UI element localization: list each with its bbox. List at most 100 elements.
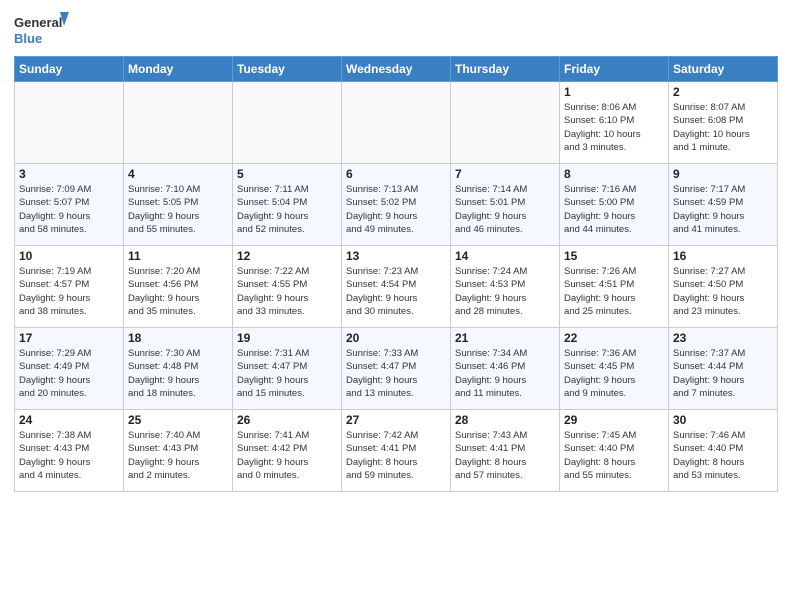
day-number: 27 <box>346 413 446 427</box>
day-info: Sunrise: 7:38 AM Sunset: 4:43 PM Dayligh… <box>19 429 119 482</box>
day-number: 15 <box>564 249 664 263</box>
day-number: 21 <box>455 331 555 345</box>
calendar-cell: 23 Sunrise: 7:37 AM Sunset: 4:44 PM Dayli… <box>669 328 778 410</box>
week-row-2: 3 Sunrise: 7:09 AM Sunset: 5:07 PM Daylig… <box>15 164 778 246</box>
calendar-cell: 29 Sunrise: 7:45 AM Sunset: 4:40 PM Dayli… <box>560 410 669 492</box>
calendar-cell: 16 Sunrise: 7:27 AM Sunset: 4:50 PM Dayli… <box>669 246 778 328</box>
weekday-header-row: SundayMondayTuesdayWednesdayThursdayFrid… <box>15 57 778 82</box>
day-number: 5 <box>237 167 337 181</box>
day-info: Sunrise: 7:33 AM Sunset: 4:47 PM Dayligh… <box>346 347 446 400</box>
calendar-cell: 9Sunrise: 7:17 AM Sunset: 4:59 PM Daylig… <box>669 164 778 246</box>
day-number: 9 <box>673 167 773 181</box>
calendar-cell: 11 Sunrise: 7:20 AM Sunset: 4:56 PM Dayli… <box>124 246 233 328</box>
day-number: 6 <box>346 167 446 181</box>
day-info: Sunrise: 7:14 AM Sunset: 5:01 PM Dayligh… <box>455 183 555 236</box>
svg-text:Blue: Blue <box>14 31 42 46</box>
calendar-cell: 22 Sunrise: 7:36 AM Sunset: 4:45 PM Dayli… <box>560 328 669 410</box>
day-info: Sunrise: 7:22 AM Sunset: 4:55 PM Dayligh… <box>237 265 337 318</box>
calendar-cell: 19Sunrise: 7:31 AM Sunset: 4:47 PM Dayli… <box>233 328 342 410</box>
day-info: Sunrise: 7:26 AM Sunset: 4:51 PM Dayligh… <box>564 265 664 318</box>
weekday-header-monday: Monday <box>124 57 233 82</box>
calendar-cell: 28 Sunrise: 7:43 AM Sunset: 4:41 PM Dayli… <box>451 410 560 492</box>
day-number: 28 <box>455 413 555 427</box>
day-info: Sunrise: 7:16 AM Sunset: 5:00 PM Dayligh… <box>564 183 664 236</box>
day-info: Sunrise: 7:19 AM Sunset: 4:57 PM Dayligh… <box>19 265 119 318</box>
day-number: 18 <box>128 331 228 345</box>
day-info: Sunrise: 7:30 AM Sunset: 4:48 PM Dayligh… <box>128 347 228 400</box>
calendar-cell: 20 Sunrise: 7:33 AM Sunset: 4:47 PM Dayli… <box>342 328 451 410</box>
calendar-cell: 5 Sunrise: 7:11 AM Sunset: 5:04 PM Daylig… <box>233 164 342 246</box>
calendar-cell: 14 Sunrise: 7:24 AM Sunset: 4:53 PM Dayli… <box>451 246 560 328</box>
calendar-cell: 3 Sunrise: 7:09 AM Sunset: 5:07 PM Daylig… <box>15 164 124 246</box>
calendar-cell <box>342 82 451 164</box>
calendar-cell: 25Sunrise: 7:40 AM Sunset: 4:43 PM Dayli… <box>124 410 233 492</box>
calendar-cell: 27 Sunrise: 7:42 AM Sunset: 4:41 PM Dayli… <box>342 410 451 492</box>
day-number: 16 <box>673 249 773 263</box>
svg-text:General: General <box>14 15 62 30</box>
day-info: Sunrise: 8:07 AM Sunset: 6:08 PM Dayligh… <box>673 101 773 154</box>
calendar-cell: 6 Sunrise: 7:13 AM Sunset: 5:02 PM Daylig… <box>342 164 451 246</box>
day-info: Sunrise: 7:46 AM Sunset: 4:40 PM Dayligh… <box>673 429 773 482</box>
day-info: Sunrise: 7:45 AM Sunset: 4:40 PM Dayligh… <box>564 429 664 482</box>
calendar-cell: 1Sunrise: 8:06 AM Sunset: 6:10 PM Daylig… <box>560 82 669 164</box>
calendar-cell: 17 Sunrise: 7:29 AM Sunset: 4:49 PM Dayli… <box>15 328 124 410</box>
calendar-cell: 12 Sunrise: 7:22 AM Sunset: 4:55 PM Dayli… <box>233 246 342 328</box>
weekday-header-tuesday: Tuesday <box>233 57 342 82</box>
logo-svg: General Blue <box>14 10 69 48</box>
calendar-cell: 21 Sunrise: 7:34 AM Sunset: 4:46 PM Dayli… <box>451 328 560 410</box>
day-info: Sunrise: 8:06 AM Sunset: 6:10 PM Dayligh… <box>564 101 664 154</box>
calendar-cell: 10 Sunrise: 7:19 AM Sunset: 4:57 PM Dayli… <box>15 246 124 328</box>
day-info: Sunrise: 7:43 AM Sunset: 4:41 PM Dayligh… <box>455 429 555 482</box>
day-info: Sunrise: 7:41 AM Sunset: 4:42 PM Dayligh… <box>237 429 337 482</box>
day-number: 12 <box>237 249 337 263</box>
day-number: 7 <box>455 167 555 181</box>
day-number: 22 <box>564 331 664 345</box>
day-info: Sunrise: 7:11 AM Sunset: 5:04 PM Dayligh… <box>237 183 337 236</box>
calendar-cell: 15 Sunrise: 7:26 AM Sunset: 4:51 PM Dayli… <box>560 246 669 328</box>
day-info: Sunrise: 7:24 AM Sunset: 4:53 PM Dayligh… <box>455 265 555 318</box>
day-info: Sunrise: 7:20 AM Sunset: 4:56 PM Dayligh… <box>128 265 228 318</box>
calendar-cell <box>15 82 124 164</box>
header: General Blue <box>14 10 778 48</box>
day-number: 23 <box>673 331 773 345</box>
day-info: Sunrise: 7:42 AM Sunset: 4:41 PM Dayligh… <box>346 429 446 482</box>
day-number: 3 <box>19 167 119 181</box>
day-number: 8 <box>564 167 664 181</box>
weekday-header-friday: Friday <box>560 57 669 82</box>
calendar-cell <box>124 82 233 164</box>
calendar-container: General Blue SundayMondayTuesdayWednesda… <box>0 0 792 612</box>
calendar-cell: 7 Sunrise: 7:14 AM Sunset: 5:01 PM Daylig… <box>451 164 560 246</box>
calendar-cell: 2 Sunrise: 8:07 AM Sunset: 6:08 PM Daylig… <box>669 82 778 164</box>
day-info: Sunrise: 7:29 AM Sunset: 4:49 PM Dayligh… <box>19 347 119 400</box>
weekday-header-wednesday: Wednesday <box>342 57 451 82</box>
day-info: Sunrise: 7:23 AM Sunset: 4:54 PM Dayligh… <box>346 265 446 318</box>
week-row-5: 24 Sunrise: 7:38 AM Sunset: 4:43 PM Dayli… <box>15 410 778 492</box>
day-info: Sunrise: 7:13 AM Sunset: 5:02 PM Dayligh… <box>346 183 446 236</box>
day-number: 4 <box>128 167 228 181</box>
day-info: Sunrise: 7:09 AM Sunset: 5:07 PM Dayligh… <box>19 183 119 236</box>
day-number: 11 <box>128 249 228 263</box>
day-number: 14 <box>455 249 555 263</box>
day-info: Sunrise: 7:31 AM Sunset: 4:47 PM Dayligh… <box>237 347 337 400</box>
day-info: Sunrise: 7:40 AM Sunset: 4:43 PM Dayligh… <box>128 429 228 482</box>
weekday-header-saturday: Saturday <box>669 57 778 82</box>
day-number: 2 <box>673 85 773 99</box>
day-info: Sunrise: 7:36 AM Sunset: 4:45 PM Dayligh… <box>564 347 664 400</box>
day-info: Sunrise: 7:37 AM Sunset: 4:44 PM Dayligh… <box>673 347 773 400</box>
day-number: 17 <box>19 331 119 345</box>
day-number: 10 <box>19 249 119 263</box>
day-number: 29 <box>564 413 664 427</box>
calendar-cell <box>451 82 560 164</box>
weekday-header-sunday: Sunday <box>15 57 124 82</box>
day-number: 26 <box>237 413 337 427</box>
day-info: Sunrise: 7:27 AM Sunset: 4:50 PM Dayligh… <box>673 265 773 318</box>
week-row-3: 10 Sunrise: 7:19 AM Sunset: 4:57 PM Dayli… <box>15 246 778 328</box>
calendar-cell: 8 Sunrise: 7:16 AM Sunset: 5:00 PM Daylig… <box>560 164 669 246</box>
day-number: 13 <box>346 249 446 263</box>
calendar-cell: 26 Sunrise: 7:41 AM Sunset: 4:42 PM Dayli… <box>233 410 342 492</box>
week-row-4: 17 Sunrise: 7:29 AM Sunset: 4:49 PM Dayli… <box>15 328 778 410</box>
day-number: 24 <box>19 413 119 427</box>
calendar-cell: 30Sunrise: 7:46 AM Sunset: 4:40 PM Dayli… <box>669 410 778 492</box>
day-number: 20 <box>346 331 446 345</box>
day-info: Sunrise: 7:34 AM Sunset: 4:46 PM Dayligh… <box>455 347 555 400</box>
